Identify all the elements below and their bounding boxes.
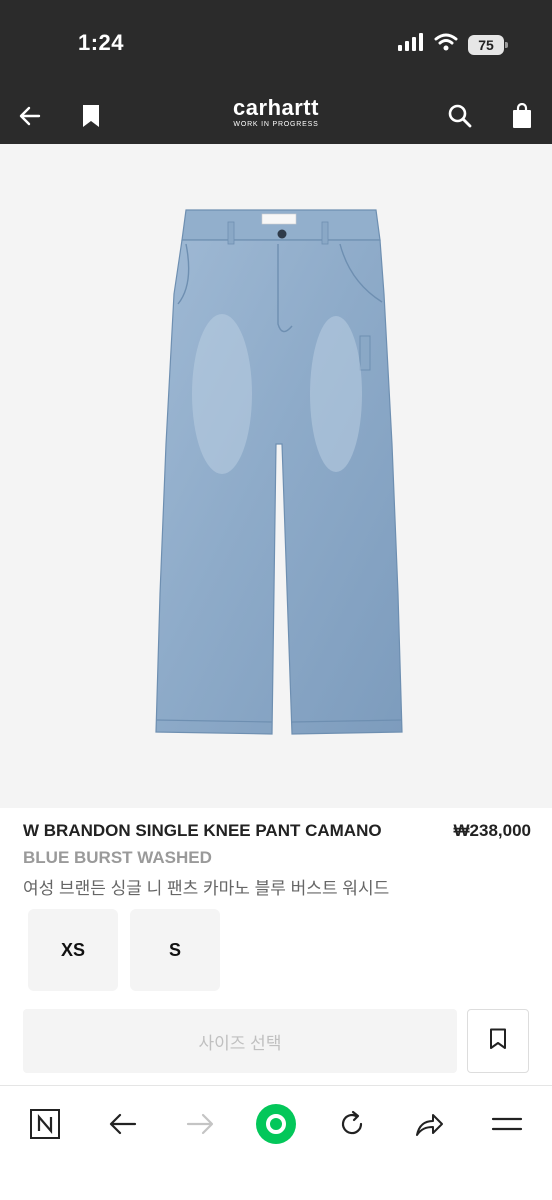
signal-icon xyxy=(398,33,424,56)
wifi-icon xyxy=(434,33,458,56)
status-indicators: 75 xyxy=(398,33,508,56)
forward-arrow-icon[interactable] xyxy=(178,1102,222,1146)
name-price-row: W BRANDON SINGLE KNEE PANT CAMANO ₩238,0… xyxy=(23,821,531,841)
product-price: ₩238,000 xyxy=(453,821,532,840)
status-bar: 1:24 75 xyxy=(0,0,552,88)
product-image[interactable] xyxy=(0,144,552,808)
select-size-button[interactable]: 사이즈 선택 xyxy=(23,1009,457,1073)
green-dot-icon[interactable] xyxy=(254,1102,298,1146)
browser-toolbar xyxy=(0,1085,552,1200)
search-icon[interactable] xyxy=(444,100,476,132)
share-icon[interactable] xyxy=(407,1102,451,1146)
wishlist-button[interactable] xyxy=(467,1009,529,1073)
jeans-illustration xyxy=(155,209,403,735)
app-header: carhartt WORK IN PROGRESS xyxy=(0,88,552,144)
size-option-xs[interactable]: XS xyxy=(28,909,118,991)
menu-icon[interactable] xyxy=(485,1102,529,1146)
back-arrow-icon[interactable] xyxy=(101,1102,145,1146)
status-time: 1:24 xyxy=(78,30,125,55)
naver-home-icon[interactable] xyxy=(23,1102,67,1146)
battery-indicator: 75 xyxy=(468,34,508,55)
product-name: W BRANDON SINGLE KNEE PANT CAMANO xyxy=(23,821,382,840)
reload-icon[interactable] xyxy=(330,1102,374,1146)
size-option-s[interactable]: S xyxy=(130,909,220,991)
bookmark-outline-icon xyxy=(489,1028,507,1055)
product-name-korean: 여성 브랜든 싱글 니 팬츠 카마노 블루 버스트 워시드 xyxy=(23,879,390,898)
product-color: BLUE BURST WASHED xyxy=(23,848,212,867)
shopping-bag-icon[interactable] xyxy=(506,100,538,132)
